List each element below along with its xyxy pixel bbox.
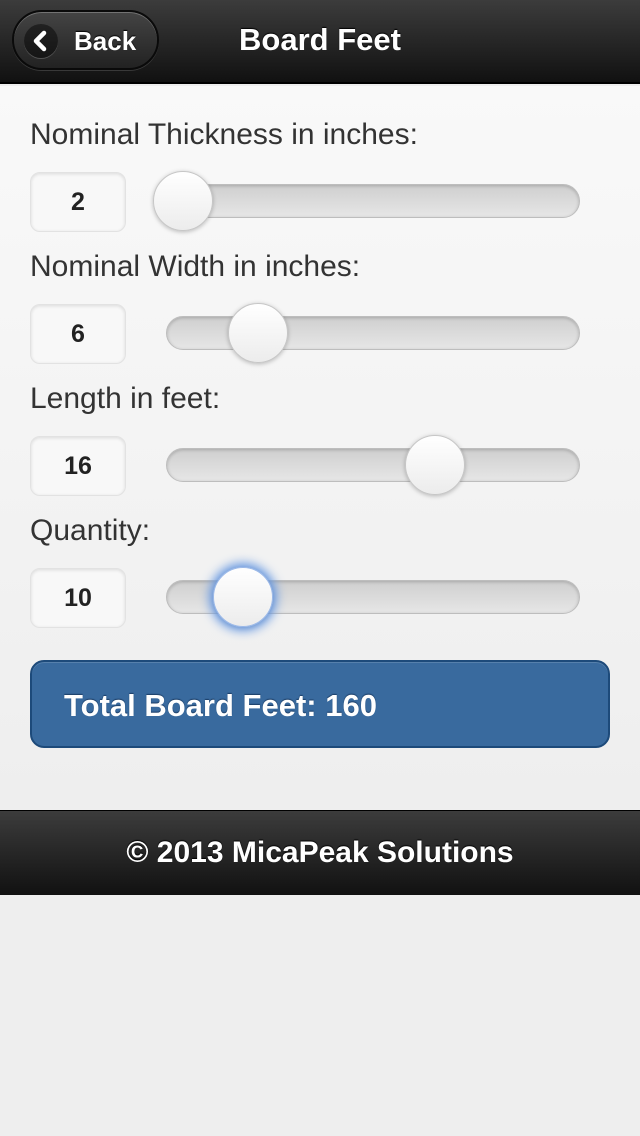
copyright-text: © 2013 MicaPeak Solutions — [126, 836, 514, 869]
width-label: Nominal Width in inches: — [30, 250, 361, 283]
width-slider[interactable] — [166, 303, 580, 363]
header-bar: Back Board Feet — [0, 0, 640, 84]
total-board-feet: Total Board Feet: 160 — [64, 688, 377, 723]
footer-bar: © 2013 MicaPeak Solutions — [0, 810, 640, 895]
length-slider[interactable] — [166, 435, 580, 495]
calculator-form: Nominal Thickness in inches: 2 Nominal W… — [0, 86, 640, 810]
length-slider-thumb[interactable] — [404, 435, 465, 495]
length-label: Length in feet: — [30, 382, 221, 415]
width-slider-thumb[interactable] — [227, 303, 288, 363]
thickness-slider-thumb[interactable] — [153, 171, 214, 231]
width-input[interactable]: 6 — [30, 304, 126, 364]
quantity-slider[interactable] — [166, 567, 580, 627]
quantity-slider-thumb[interactable] — [213, 567, 274, 627]
page-title: Board Feet — [239, 22, 401, 57]
thickness-label: Nominal Thickness in inches: — [30, 118, 418, 151]
quantity-input[interactable]: 10 — [30, 568, 126, 628]
thickness-input[interactable]: 2 — [30, 172, 126, 232]
total-result-box: Total Board Feet: 160 — [30, 660, 610, 748]
quantity-label: Quantity: — [30, 514, 151, 547]
length-input[interactable]: 16 — [30, 436, 126, 496]
thickness-slider[interactable] — [153, 171, 580, 231]
